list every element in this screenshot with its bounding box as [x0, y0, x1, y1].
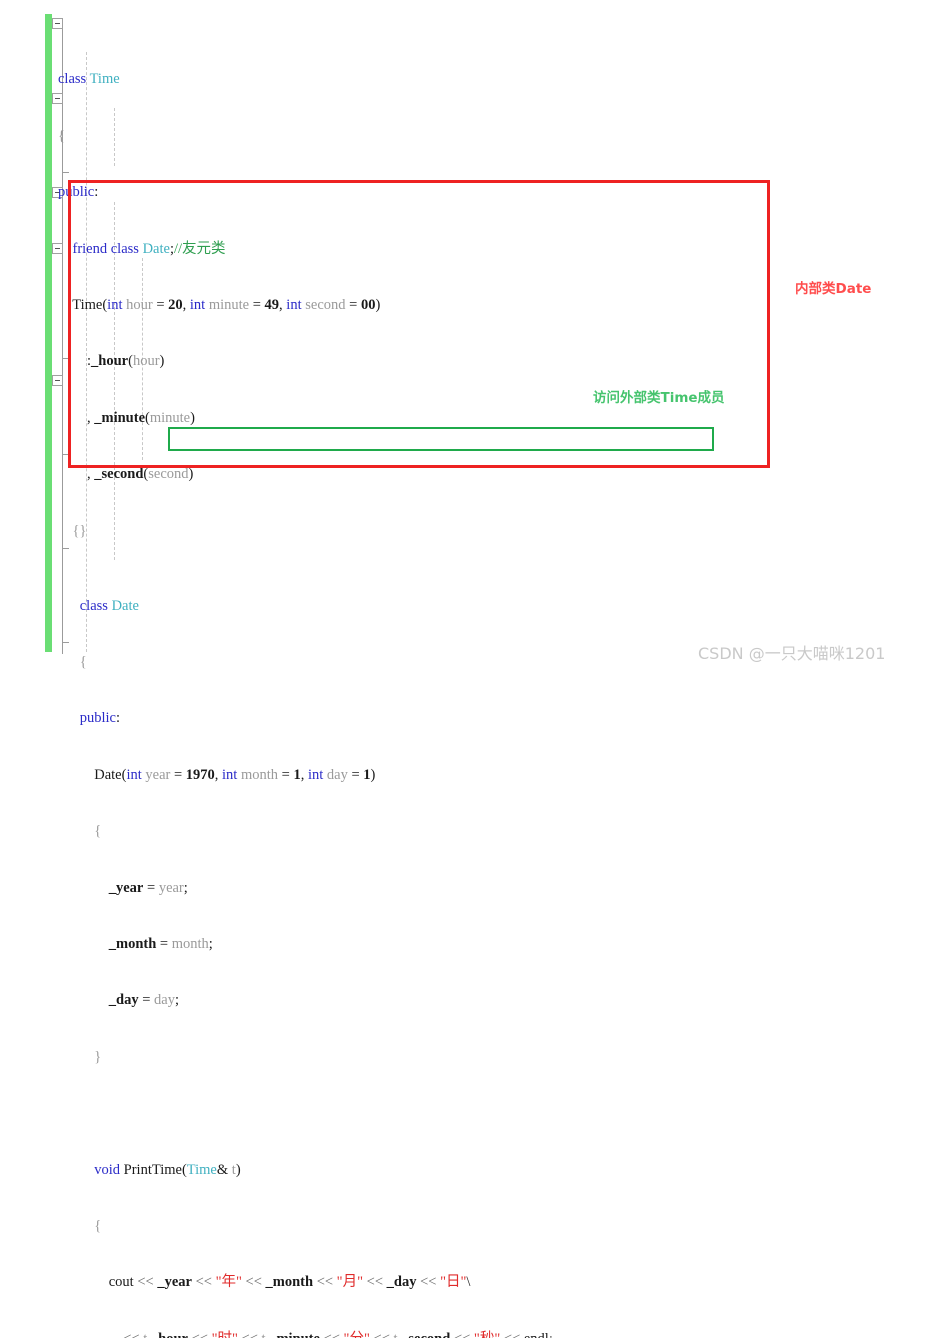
code-line-6: :_hour(hour) — [87, 353, 165, 370]
code-line-3: public: — [58, 184, 99, 201]
code-line-13: Date(int year = 1970, int month = 1, int… — [94, 766, 376, 783]
annotation-inner-class-date: 内部类Date — [795, 281, 872, 297]
code-line-9: {} — [72, 522, 87, 539]
code-line-10: class Date — [79, 597, 139, 614]
code-line-5: Time(int hour = 20, int minute = 49, int… — [72, 296, 381, 313]
code-text-block[interactable]: class Time { public: friend class Date;/… — [58, 14, 553, 1338]
code-line-12: public: — [79, 710, 121, 727]
code-line-11: { — [79, 654, 87, 671]
code-line-21: { — [94, 1218, 102, 1234]
code-line-18: } — [94, 1048, 102, 1065]
code-line-23: << t._hour << "时" << t._minute << "分" <<… — [58, 1330, 553, 1338]
code-line-15: _year = year; — [108, 879, 188, 896]
change-indicator-bar — [45, 14, 52, 652]
code-line-14: { — [94, 823, 102, 840]
code-line-17: _day = day; — [108, 992, 179, 1009]
csdn-watermark: CSDN @一只大喵咪1201 — [698, 644, 886, 663]
code-line-7: , _minute(minute) — [87, 409, 195, 426]
code-editor-surface: class Time { public: friend class Date;/… — [0, 0, 935, 1338]
code-line-20: void PrintTime(Time& t) — [94, 1161, 241, 1178]
code-line-1: class Time — [58, 71, 120, 88]
code-line-8: , _second(second) — [87, 466, 194, 483]
code-line-22: cout << _year << "年" << _month << "月" <<… — [108, 1274, 471, 1291]
code-line-4: friend class Date;//友元类 — [72, 240, 226, 257]
annotation-access-outer-time-member: 访问外部类Time成员 — [593, 390, 725, 406]
code-line-16: _month = month; — [108, 936, 213, 953]
code-line-2: { — [58, 127, 65, 144]
